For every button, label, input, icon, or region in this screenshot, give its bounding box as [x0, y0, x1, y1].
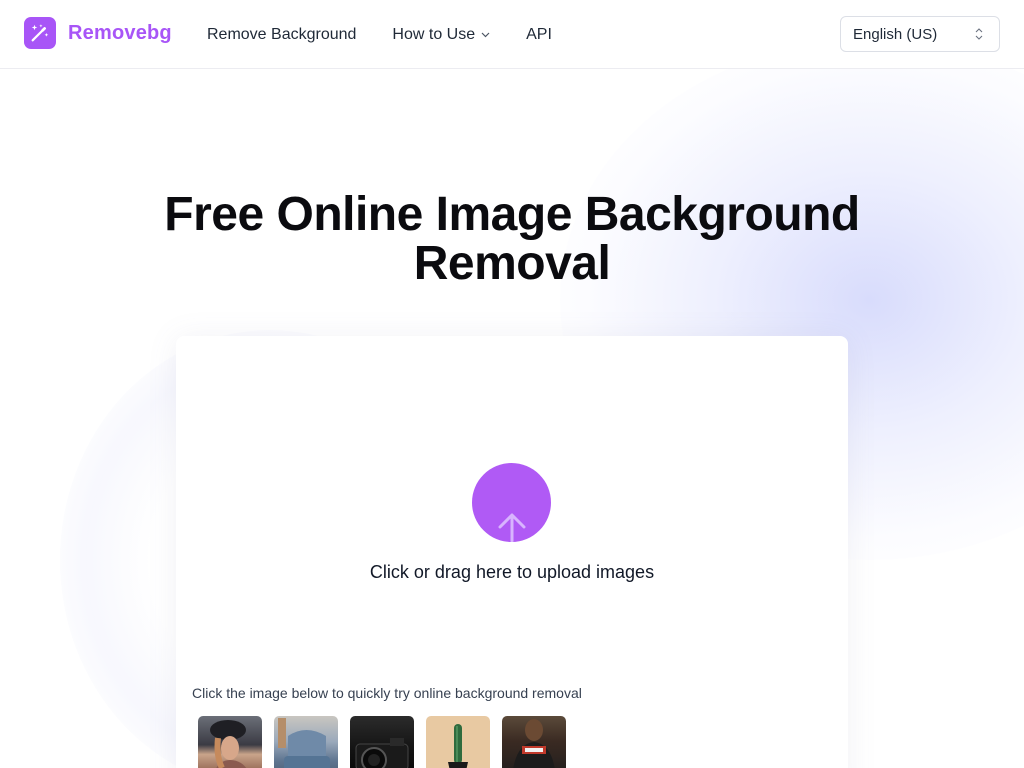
logo-text: Removebg: [68, 21, 172, 44]
sample-images: [198, 716, 578, 768]
magic-wand-icon: [24, 17, 56, 49]
logo[interactable]: Removebg: [24, 17, 172, 49]
chevron-down-icon: [481, 32, 490, 38]
language-select[interactable]: English (US): [840, 16, 1000, 52]
chevron-up-down-icon: [975, 27, 983, 45]
upload-arrow-icon: [498, 513, 526, 542]
nav-api[interactable]: API: [526, 26, 552, 44]
sample-image-cactus[interactable]: [426, 716, 490, 768]
sample-image-camera[interactable]: [350, 716, 414, 768]
main-nav: Remove Background How to Use API: [207, 0, 552, 69]
nav-api-label: API: [526, 25, 552, 43]
page-title: Free Online Image Background Removal: [112, 190, 912, 288]
upload-button[interactable]: [472, 463, 551, 542]
page-title-line1: Free Online Image Background: [164, 188, 860, 241]
nav-how-to-use[interactable]: How to Use: [392, 26, 490, 44]
nav-remove-background-label: Remove Background: [207, 25, 357, 43]
page-title-line2: Removal: [413, 237, 611, 290]
nav-how-to-use-label: How to Use: [392, 25, 476, 43]
page: Removebg Remove Background How to Use AP…: [0, 0, 1024, 768]
nav-remove-background[interactable]: Remove Background: [207, 26, 356, 44]
language-select-value: English (US): [853, 25, 938, 43]
sample-image-man[interactable]: [502, 716, 566, 768]
sample-image-chair[interactable]: [274, 716, 338, 768]
upload-prompt: Click or drag here to upload images: [369, 562, 655, 582]
upload-card[interactable]: Click or drag here to upload images Clic…: [176, 336, 848, 768]
sample-hint: Click the image below to quickly try onl…: [192, 685, 582, 701]
sample-image-woman[interactable]: [198, 716, 262, 768]
header: Removebg Remove Background How to Use AP…: [0, 0, 1024, 69]
